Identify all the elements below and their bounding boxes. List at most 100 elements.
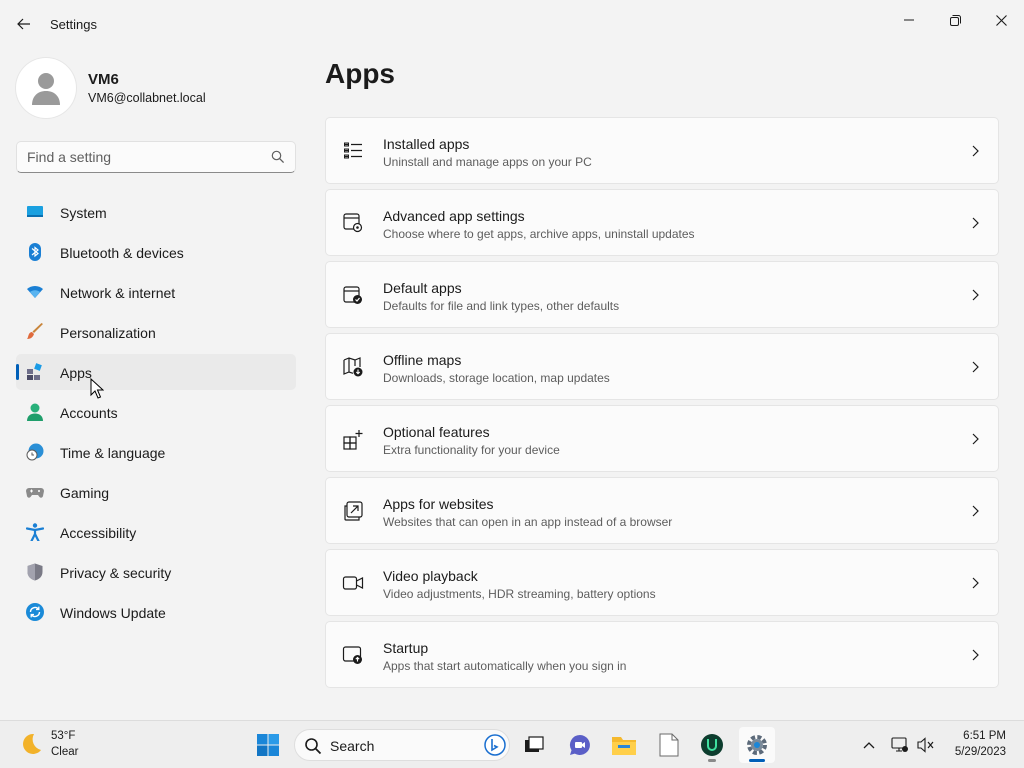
close-button[interactable] <box>978 4 1024 36</box>
sidebar-item-bluetooth[interactable]: Bluetooth & devices <box>16 234 296 270</box>
card-subtitle: Video adjustments, HDR streaming, batter… <box>383 587 656 601</box>
network-icon <box>891 737 908 752</box>
shield-icon <box>27 563 43 581</box>
weather-condition: Clear <box>51 746 79 758</box>
file-explorer-button[interactable] <box>606 727 642 763</box>
clock-time: 6:51 PM <box>963 730 1006 742</box>
chevron-right-icon <box>972 649 979 661</box>
chevron-up-icon <box>863 742 875 749</box>
card-installed-apps[interactable]: Installed apps Uninstall and manage apps… <box>325 117 999 184</box>
card-title: Advanced app settings <box>383 208 525 224</box>
card-title: Optional features <box>383 424 490 440</box>
card-offline-maps[interactable]: Offline maps Downloads, storage location… <box>325 333 999 400</box>
card-optional-features[interactable]: Optional features Extra functionality fo… <box>325 405 999 472</box>
person-icon <box>27 403 43 421</box>
taskbar: 53°F Clear Search 6:51 PM 5/29/2023 <box>0 720 1024 768</box>
card-video-playback[interactable]: Video playback Video adjustments, HDR st… <box>325 549 999 616</box>
sidebar-item-personalization[interactable]: Personalization <box>16 314 296 350</box>
start-button[interactable] <box>250 727 286 763</box>
network-tray-button[interactable] <box>890 735 910 755</box>
back-arrow-icon <box>17 18 30 30</box>
card-title: Offline maps <box>383 352 462 368</box>
task-view-button[interactable] <box>516 727 552 763</box>
title-bar: Settings <box>0 0 1024 48</box>
card-subtitle: Apps that start automatically when you s… <box>383 659 627 673</box>
close-icon <box>995 14 1007 26</box>
system-icon <box>27 206 43 217</box>
settings-search[interactable] <box>16 141 296 173</box>
card-subtitle: Choose where to get apps, archive apps, … <box>383 227 695 241</box>
settings-app-button[interactable] <box>739 727 775 763</box>
chevron-right-icon <box>972 505 979 517</box>
chevron-right-icon <box>972 433 979 445</box>
accessibility-icon <box>26 523 44 541</box>
update-icon <box>26 603 44 621</box>
sidebar-item-label: Privacy & security <box>60 565 172 581</box>
restore-button[interactable] <box>932 4 978 36</box>
sidebar-item-label: Windows Update <box>60 605 166 621</box>
profile-email: VM6@collabnet.local <box>88 91 206 105</box>
weather-temp: 53°F <box>51 730 76 742</box>
volume-tray-button[interactable] <box>916 735 936 755</box>
back-button[interactable] <box>10 10 38 38</box>
card-title: Video playback <box>383 568 478 584</box>
bluetooth-icon <box>29 243 41 261</box>
folder-icon <box>612 737 636 755</box>
card-default-apps[interactable]: Default apps Defaults for file and link … <box>325 261 999 328</box>
settings-card-list: Installed apps Uninstall and manage apps… <box>325 117 999 693</box>
search-input[interactable] <box>17 142 262 172</box>
chevron-right-icon <box>972 289 979 301</box>
chevron-right-icon <box>972 577 979 589</box>
wifi-icon <box>27 285 43 298</box>
card-subtitle: Extra functionality for your device <box>383 443 560 457</box>
minimize-button[interactable] <box>886 4 932 36</box>
startup-icon <box>342 646 362 664</box>
teams-chat-button[interactable] <box>562 727 598 763</box>
show-hidden-icons-button[interactable] <box>859 735 879 755</box>
gamepad-icon <box>26 488 44 498</box>
clock-date: 5/29/2023 <box>954 746 1006 758</box>
app-u-button[interactable] <box>694 727 730 763</box>
sidebar-item-time-language[interactable]: Time & language <box>16 434 296 470</box>
sidebar-item-gaming[interactable]: Gaming <box>16 474 296 510</box>
chat-icon <box>569 735 590 755</box>
card-subtitle: Websites that can open in an app instead… <box>383 515 673 529</box>
sidebar-item-label: Network & internet <box>60 285 176 301</box>
document-icon <box>659 733 679 757</box>
sidebar-nav: System Bluetooth & devices Network & int… <box>16 194 296 634</box>
sidebar-item-accounts[interactable]: Accounts <box>16 394 296 430</box>
chevron-right-icon <box>972 361 979 373</box>
open-in-app-icon <box>344 501 363 521</box>
sidebar-item-label: Time & language <box>60 445 166 461</box>
avatar[interactable] <box>16 58 76 118</box>
card-advanced-app-settings[interactable]: Advanced app settings Choose where to ge… <box>325 189 999 256</box>
sidebar-item-label: Apps <box>60 365 92 381</box>
card-title: Installed apps <box>383 136 470 152</box>
card-title: Apps for websites <box>383 496 494 512</box>
sidebar-item-accessibility[interactable]: Accessibility <box>16 514 296 550</box>
person-avatar-icon <box>32 73 60 105</box>
app-settings-icon <box>343 213 363 233</box>
chevron-right-icon <box>972 145 979 157</box>
sidebar-item-apps[interactable]: Apps <box>16 354 296 390</box>
sidebar-item-windows-update[interactable]: Windows Update <box>16 594 296 630</box>
brush-icon <box>27 323 43 339</box>
windows-logo-icon <box>257 734 279 756</box>
card-startup[interactable]: Startup Apps that start automatically wh… <box>325 621 999 688</box>
bing-icon <box>484 734 506 756</box>
sidebar-item-network[interactable]: Network & internet <box>16 274 296 310</box>
taskbar-search[interactable]: Search <box>294 729 510 761</box>
minimize-icon <box>904 19 914 21</box>
app-u-icon <box>701 734 723 756</box>
restore-icon <box>949 14 961 26</box>
search-icon <box>271 150 285 164</box>
sidebar-item-system[interactable]: System <box>16 194 296 230</box>
card-apps-for-websites[interactable]: Apps for websites Websites that can open… <box>325 477 999 544</box>
card-subtitle: Downloads, storage location, map updates <box>383 371 610 385</box>
notepad-button[interactable] <box>651 727 687 763</box>
sidebar-item-privacy[interactable]: Privacy & security <box>16 554 296 590</box>
globe-clock-icon <box>26 443 44 461</box>
card-subtitle: Uninstall and manage apps on your PC <box>383 155 592 169</box>
card-title: Default apps <box>383 280 462 296</box>
gear-icon <box>747 735 767 755</box>
